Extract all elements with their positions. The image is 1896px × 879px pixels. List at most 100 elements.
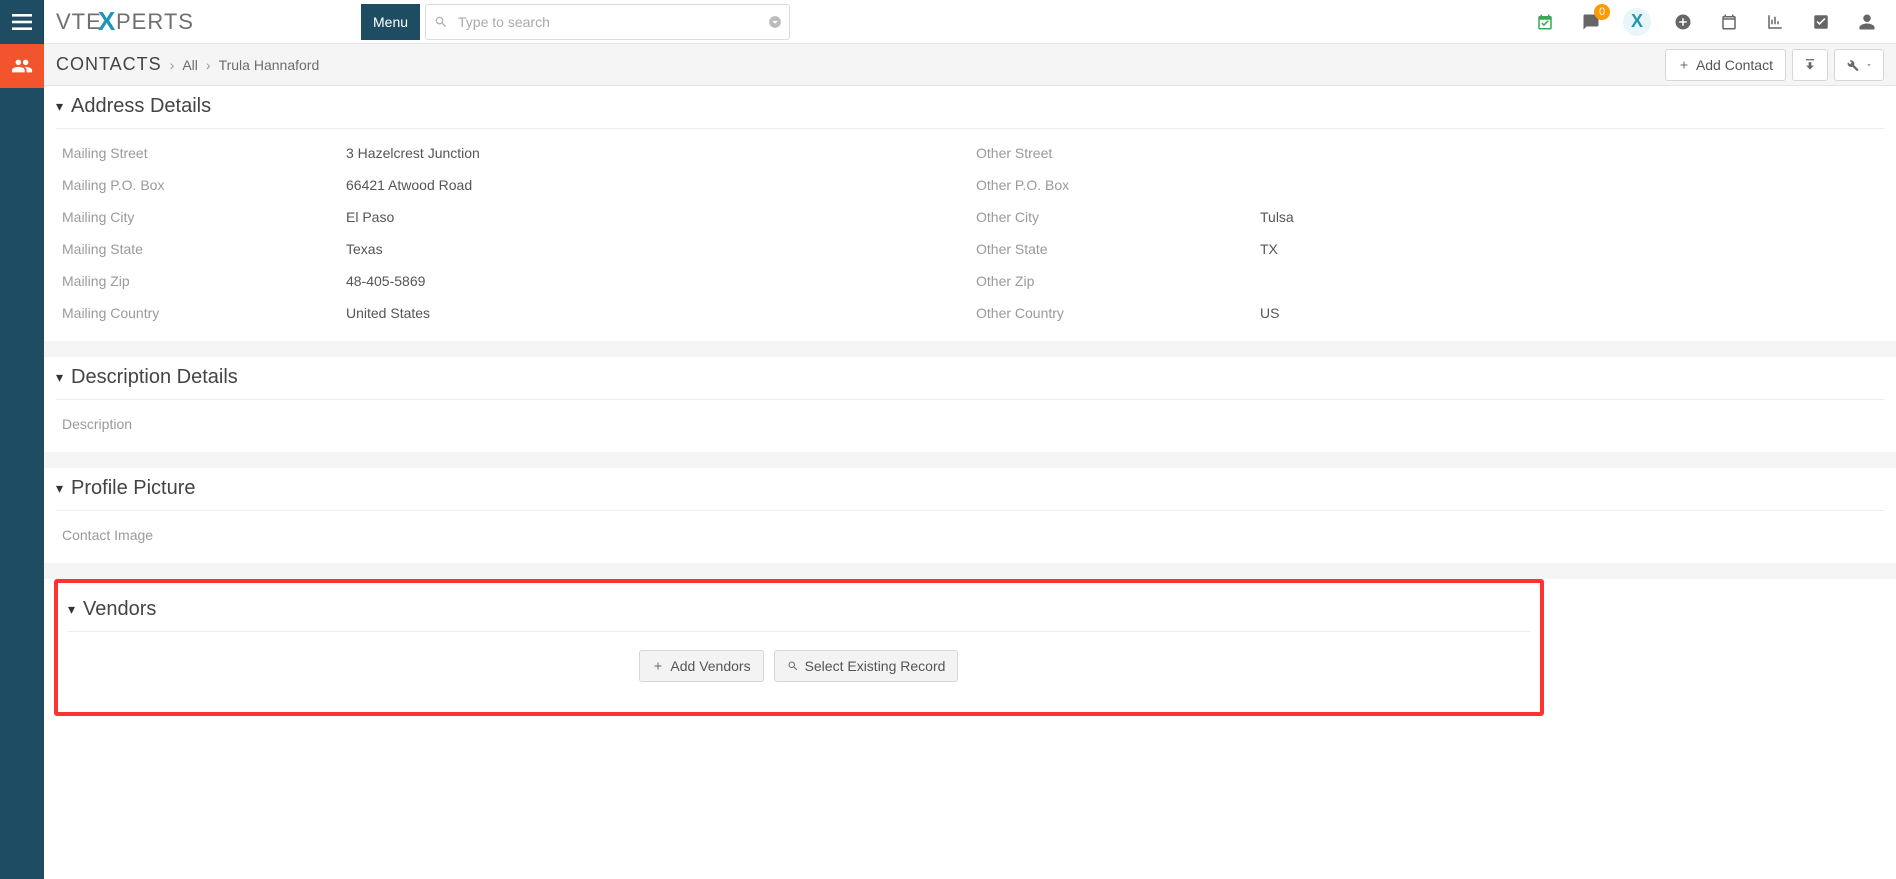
tasks-button[interactable] xyxy=(1798,0,1844,44)
field-label: Other Street xyxy=(970,145,1260,161)
field-value[interactable]: Texas xyxy=(346,241,970,257)
field-other-country: Other CountryUS xyxy=(970,297,1884,329)
field-value[interactable] xyxy=(346,527,1884,543)
add-vendors-button[interactable]: Add Vendors xyxy=(639,650,763,682)
global-search[interactable] xyxy=(425,4,790,40)
user-icon xyxy=(1858,13,1876,31)
field-value[interactable]: Tulsa xyxy=(1260,209,1884,225)
field-mailing-po: Mailing P.O. Box66421 Atwood Road xyxy=(56,169,970,201)
bar-chart-icon xyxy=(1766,13,1784,31)
breadcrumb-record: Trula Hannaford xyxy=(219,57,320,73)
section-header-vendors[interactable]: ▾ Vendors xyxy=(68,590,1530,632)
comments-button[interactable]: 0 xyxy=(1568,0,1614,44)
field-other-city: Other CityTulsa xyxy=(970,201,1884,233)
field-description: Description xyxy=(56,408,1884,440)
topbar: VTE X PERTS Menu 0 X xyxy=(0,0,1896,44)
field-value[interactable]: TX xyxy=(1260,241,1884,257)
section-spacer xyxy=(44,563,1896,579)
section-profile-picture: ▾ Profile Picture Contact Image xyxy=(56,468,1884,563)
download-icon xyxy=(1803,58,1817,72)
section-header-profile[interactable]: ▾ Profile Picture xyxy=(56,469,1884,511)
field-value[interactable]: 3 Hazelcrest Junction xyxy=(346,145,970,161)
field-value[interactable]: United States xyxy=(346,305,970,321)
user-menu[interactable] xyxy=(1844,0,1890,44)
search-icon xyxy=(787,660,799,672)
reports-button[interactable] xyxy=(1752,0,1798,44)
section-vendors: ▾ Vendors Add Vendors Select Existing Re… xyxy=(68,589,1530,682)
section-header-address[interactable]: ▾ Address Details xyxy=(56,87,1884,129)
breadcrumb-bar: CONTACTS › All › Trula Hannaford Add Con… xyxy=(44,44,1896,86)
reminders-button[interactable] xyxy=(1522,0,1568,44)
field-label: Description xyxy=(56,416,346,432)
sidebar-item-contacts[interactable] xyxy=(0,44,44,88)
hamburger-icon xyxy=(12,14,32,30)
calendar-button[interactable] xyxy=(1706,0,1752,44)
field-contact-image: Contact Image xyxy=(56,519,1884,551)
field-mailing-street: Mailing Street3 Hazelcrest Junction xyxy=(56,137,970,169)
field-label: Mailing P.O. Box xyxy=(56,177,346,193)
field-label: Other P.O. Box xyxy=(970,177,1260,193)
add-contact-button[interactable]: Add Contact xyxy=(1665,49,1786,81)
field-label: Other State xyxy=(970,241,1260,257)
select-existing-record-button[interactable]: Select Existing Record xyxy=(774,650,959,682)
description-fields: Description xyxy=(56,400,1884,452)
section-spacer xyxy=(44,341,1896,357)
search-input[interactable] xyxy=(456,13,761,31)
field-mailing-city: Mailing CityEl Paso xyxy=(56,201,970,233)
vendors-actions: Add Vendors Select Existing Record xyxy=(68,632,1530,682)
field-label: Mailing Street xyxy=(56,145,346,161)
extensions-button[interactable]: X xyxy=(1614,0,1660,44)
x-icon: X xyxy=(1623,8,1651,36)
add-vendors-label: Add Vendors xyxy=(670,658,750,674)
caret-down-icon: ▾ xyxy=(56,480,63,497)
svg-text:PERTS: PERTS xyxy=(116,9,194,34)
main-menu-toggle[interactable] xyxy=(0,0,44,44)
field-label: Mailing State xyxy=(56,241,346,257)
breadcrumb-module[interactable]: CONTACTS xyxy=(56,54,162,75)
import-button[interactable] xyxy=(1792,49,1828,81)
field-label: Other Country xyxy=(970,305,1260,321)
field-mailing-country: Mailing CountryUnited States xyxy=(56,297,970,329)
field-label: Other Zip xyxy=(970,273,1260,289)
section-title: Profile Picture xyxy=(71,477,196,500)
field-label: Other City xyxy=(970,209,1260,225)
wrench-icon xyxy=(1845,58,1859,72)
calendar-icon xyxy=(1720,13,1738,31)
plus-circle-icon xyxy=(1674,13,1692,31)
menu-button[interactable]: Menu xyxy=(361,4,420,40)
caret-down-icon xyxy=(1865,61,1873,69)
breadcrumb-all[interactable]: All xyxy=(182,57,198,73)
plus-icon xyxy=(652,660,664,672)
profile-fields: Contact Image xyxy=(56,511,1884,563)
search-icon xyxy=(426,15,456,29)
svg-text:X: X xyxy=(98,8,116,36)
field-value[interactable] xyxy=(1260,177,1884,193)
section-spacer xyxy=(44,452,1896,468)
field-value[interactable] xyxy=(346,416,1884,432)
section-address-details: ▾ Address Details Mailing Street3 Hazelc… xyxy=(56,86,1884,341)
field-label: Mailing City xyxy=(56,209,346,225)
field-value[interactable]: 66421 Atwood Road xyxy=(346,177,970,193)
chevron-right-icon: › xyxy=(170,57,175,73)
vendors-container: ▾ Vendors Add Vendors Select Existing Re… xyxy=(54,579,1544,716)
chevron-right-icon: › xyxy=(206,57,211,73)
calendar-check-icon xyxy=(1536,13,1554,31)
field-value[interactable]: 48-405-5869 xyxy=(346,273,970,289)
logo[interactable]: VTE X PERTS xyxy=(56,8,216,36)
section-header-description[interactable]: ▾ Description Details xyxy=(56,358,1884,400)
field-value[interactable] xyxy=(1260,273,1884,289)
field-value[interactable] xyxy=(1260,145,1884,161)
address-fields: Mailing Street3 Hazelcrest Junction Othe… xyxy=(56,129,1884,341)
field-value[interactable]: US xyxy=(1260,305,1884,321)
field-label: Mailing Country xyxy=(56,305,346,321)
plus-icon xyxy=(1678,59,1690,71)
section-title: Address Details xyxy=(71,95,211,118)
field-mailing-state: Mailing StateTexas xyxy=(56,233,970,265)
breadcrumb-actions: Add Contact xyxy=(1665,49,1884,81)
field-other-state: Other StateTX xyxy=(970,233,1884,265)
check-square-icon xyxy=(1812,13,1830,31)
tools-button[interactable] xyxy=(1834,49,1884,81)
search-dropdown-toggle[interactable] xyxy=(761,15,789,29)
field-value[interactable]: El Paso xyxy=(346,209,970,225)
add-button[interactable] xyxy=(1660,0,1706,44)
